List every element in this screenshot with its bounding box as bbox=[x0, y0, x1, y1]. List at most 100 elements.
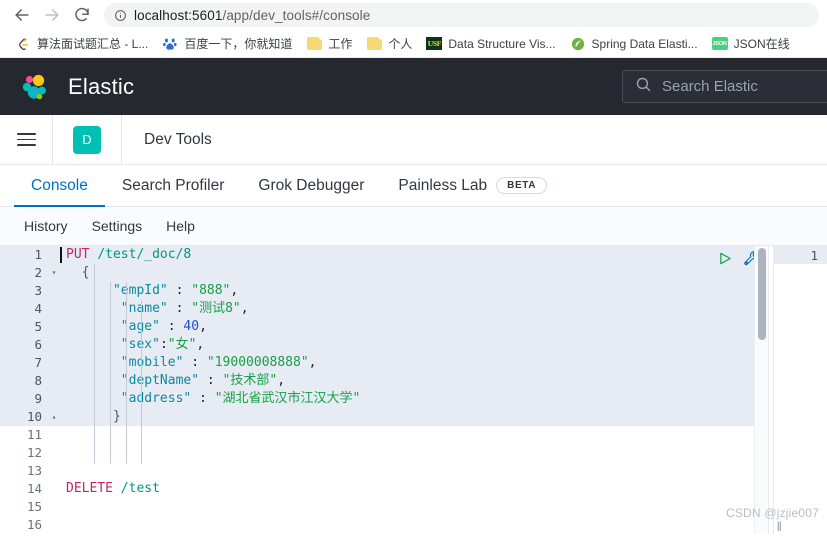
code-line[interactable]: 7 "mobile" : "19000008888", bbox=[0, 354, 768, 372]
resize-handle[interactable]: ‖ bbox=[777, 519, 783, 534]
token-str: "测试8" bbox=[191, 301, 241, 316]
token-brace: { bbox=[81, 265, 90, 280]
search-elastic-box[interactable]: Search Elastic bbox=[622, 70, 827, 103]
submenu-help[interactable]: Help bbox=[156, 214, 205, 238]
reload-button[interactable] bbox=[68, 1, 96, 29]
usf-icon: USF bbox=[426, 37, 443, 50]
bookmark-item[interactable]: JSON JSON在线 bbox=[705, 32, 797, 55]
page-title: Dev Tools bbox=[144, 130, 212, 148]
token-punc: : bbox=[183, 355, 207, 370]
elastic-logo-icon[interactable] bbox=[18, 70, 52, 104]
divider bbox=[121, 114, 122, 165]
code-text: "address" : "湖北省武汉市江汉大学" bbox=[60, 390, 768, 408]
token-key: "age" bbox=[120, 319, 160, 334]
url-host: localhost:5601 bbox=[134, 7, 223, 23]
divider bbox=[52, 114, 53, 165]
submenu-history[interactable]: History bbox=[14, 214, 78, 238]
code-line[interactable]: 5 "age" : 40, bbox=[0, 318, 768, 336]
submenu-settings[interactable]: Settings bbox=[82, 214, 153, 238]
code-line[interactable]: 12 bbox=[0, 444, 768, 462]
elastic-title: Elastic bbox=[68, 73, 135, 99]
token-brace: } bbox=[112, 409, 121, 424]
code-text: DELETE /test bbox=[60, 480, 768, 498]
code-area[interactable]: 1 PUT /test/_doc/8 2 ▾ {3 "empId" : "888", 4… bbox=[0, 246, 768, 534]
arrow-right-icon bbox=[42, 5, 62, 25]
fold-toggle[interactable]: ▾ bbox=[48, 264, 60, 282]
token-punc: : bbox=[167, 283, 192, 298]
token-key: "mobile" bbox=[120, 355, 184, 370]
code-text: "sex":"女", bbox=[60, 336, 768, 354]
line-number: 8 bbox=[34, 373, 42, 388]
line-number: 10 bbox=[26, 409, 42, 424]
token-method: DELETE bbox=[66, 481, 113, 496]
token-key: "sex" bbox=[120, 337, 160, 352]
code-line[interactable]: 9 "address" : "湖北省武汉市江汉大学" bbox=[0, 390, 768, 408]
line-number: 15 bbox=[26, 499, 42, 514]
editor-scrollbar[interactable] bbox=[754, 246, 768, 534]
code-line[interactable]: 16 bbox=[0, 516, 768, 534]
code-line[interactable]: 4 "name" : "测试8", bbox=[0, 300, 768, 318]
app-badge[interactable]: D bbox=[73, 125, 101, 154]
code-line[interactable]: 8 "deptName" : "技术部", bbox=[0, 372, 768, 390]
address-bar[interactable]: localhost:5601/app/dev_tools#/console bbox=[104, 3, 819, 27]
bookmark-item[interactable]: 算法面试题汇总 - L... bbox=[8, 32, 155, 55]
tab-grok-debugger[interactable]: Grok Debugger bbox=[241, 165, 381, 206]
code-line[interactable]: 11 bbox=[0, 426, 768, 444]
token-str: "技术部" bbox=[222, 373, 278, 388]
token-punc bbox=[66, 265, 82, 280]
token-punc bbox=[66, 373, 121, 388]
bookmark-item[interactable]: USF Data Structure Vis... bbox=[419, 33, 562, 55]
hamburger-menu-icon[interactable] bbox=[0, 115, 52, 164]
beta-badge: BETA bbox=[496, 177, 548, 194]
tab-painless-lab[interactable]: Painless Lab BETA bbox=[381, 165, 564, 206]
token-punc bbox=[66, 355, 121, 370]
code-line[interactable]: 14 DELETE /test bbox=[0, 480, 768, 498]
line-number: 9 bbox=[34, 391, 42, 406]
play-triangle-icon[interactable] bbox=[718, 251, 733, 266]
token-punc bbox=[113, 481, 121, 496]
bookmark-label: 百度一下，你就知道 bbox=[184, 37, 293, 51]
code-line[interactable]: 2 ▾ { bbox=[0, 264, 768, 282]
bookmark-item[interactable]: 个人 bbox=[359, 32, 419, 55]
bookmark-item[interactable]: Spring Data Elasti... bbox=[563, 33, 705, 55]
code-line[interactable]: 15 bbox=[0, 498, 768, 516]
search-input[interactable]: Search Elastic bbox=[662, 78, 758, 95]
code-line[interactable]: 3 "empId" : "888", bbox=[0, 282, 768, 300]
line-number: 2 bbox=[34, 265, 42, 280]
token-punc: , bbox=[240, 301, 249, 316]
code-text: { bbox=[60, 264, 768, 282]
editor-scrollbar-thumb[interactable] bbox=[758, 248, 766, 340]
token-punc: : bbox=[159, 319, 184, 334]
token-url: /test bbox=[120, 481, 160, 496]
bookmark-item[interactable]: 工作 bbox=[299, 32, 359, 55]
code-line[interactable]: 10 ▴ } bbox=[0, 408, 768, 426]
forward-button[interactable] bbox=[38, 1, 66, 29]
token-key: "deptName" bbox=[120, 373, 200, 388]
token-punc bbox=[66, 337, 121, 352]
url-path: /app/dev_tools#/console bbox=[222, 7, 371, 23]
token-num: 40 bbox=[183, 319, 200, 334]
code-line[interactable]: 13 bbox=[0, 462, 768, 480]
code-text: "empId" : "888", bbox=[60, 282, 768, 300]
code-line[interactable]: 6 "sex":"女", bbox=[0, 336, 768, 354]
token-punc: , bbox=[308, 355, 317, 370]
info-circle-icon[interactable] bbox=[114, 9, 127, 22]
tab-console[interactable]: Console bbox=[14, 165, 105, 207]
spring-icon bbox=[570, 36, 586, 52]
request-editor[interactable]: 1 PUT /test/_doc/8 2 ▾ {3 "empId" : "888", 4… bbox=[0, 246, 768, 534]
back-button[interactable] bbox=[8, 1, 36, 29]
code-text: "deptName" : "技术部", bbox=[60, 372, 768, 390]
token-punc: , bbox=[277, 373, 286, 388]
bookmark-item[interactable]: 百度一下，你就知道 bbox=[155, 32, 299, 55]
search-icon bbox=[635, 76, 652, 98]
token-punc: : bbox=[191, 391, 215, 406]
code-line[interactable]: 1 PUT /test/_doc/8 bbox=[0, 246, 768, 264]
line-number: 12 bbox=[26, 445, 42, 460]
code-text: PUT /test/_doc/8 bbox=[60, 246, 768, 264]
token-punc: , bbox=[230, 283, 239, 298]
fold-toggle[interactable]: ▴ bbox=[48, 408, 60, 426]
response-editor[interactable]: 1 bbox=[774, 246, 827, 534]
response-line: 1 bbox=[774, 246, 827, 264]
elastic-header: Elastic Search Elastic bbox=[0, 58, 827, 115]
tab-search-profiler[interactable]: Search Profiler bbox=[105, 165, 242, 206]
